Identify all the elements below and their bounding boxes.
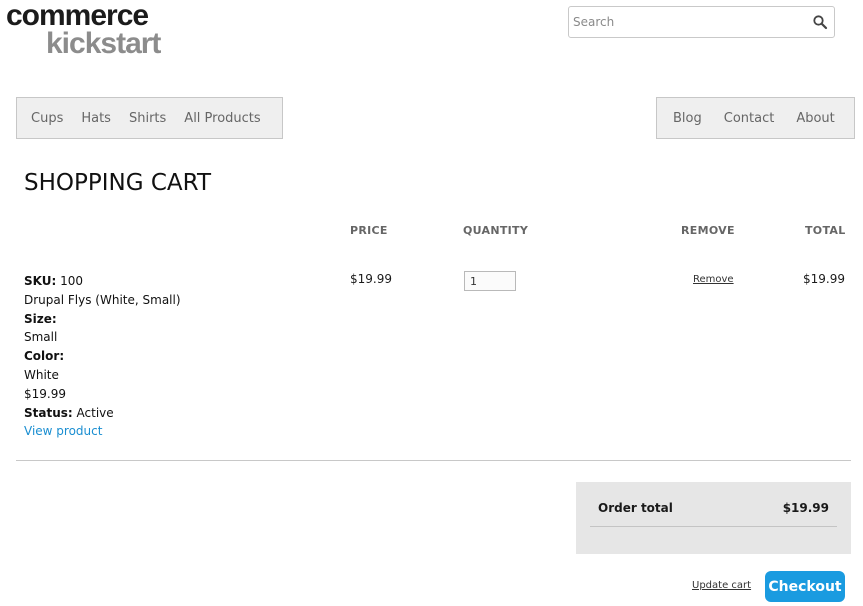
nav-link-cups[interactable]: Cups [31,111,63,126]
sku-value: 100 [60,274,84,288]
sku-row: SKU: 100 [24,272,324,291]
cart-item-details: SKU: 100 Drupal Flys (White, Small) Size… [24,272,324,441]
item-line-total: $19.99 [803,272,845,286]
status-label: Status: [24,405,73,420]
column-header-quantity: QUANTITY [463,224,529,237]
color-label: Color: [24,349,65,364]
order-summary-rule [590,526,837,527]
nav-link-contact[interactable]: Contact [724,111,775,126]
nav-link-about[interactable]: About [796,111,834,126]
nav-link-hats[interactable]: Hats [81,111,111,126]
page-title: SHOPPING CART [24,170,212,196]
nav-link-shirts[interactable]: Shirts [129,111,166,126]
secondary-nav: Blog Contact About [656,97,855,139]
nav-link-blog[interactable]: Blog [673,111,702,126]
product-name: Drupal Flys (White, Small) [24,292,181,307]
search-input[interactable] [573,7,803,37]
search-icon[interactable] [812,14,828,30]
color-value: White [24,367,59,382]
view-product-link[interactable]: View product [24,424,102,438]
checkout-button[interactable]: Checkout [765,571,845,602]
quantity-input[interactable] [464,271,516,291]
unit-price: $19.99 [24,386,66,401]
item-price: $19.99 [350,272,392,286]
column-header-price: PRICE [350,224,388,237]
remove-item-link[interactable]: Remove [693,274,734,285]
order-total-label: Order total [598,501,673,515]
logo-line-commerce: commerce [6,0,149,32]
update-cart-link[interactable]: Update cart [692,580,751,591]
search-box [568,6,835,38]
order-summary: Order total $19.99 [576,482,851,554]
size-label: Size: [24,311,57,326]
logo-line-kickstart: kickstart [46,27,161,60]
sku-label: SKU: [24,274,57,288]
size-value: Small [24,330,58,345]
column-header-remove: REMOVE [681,224,735,237]
column-header-total: TOTAL [805,224,846,237]
main-nav: Cups Hats Shirts All Products [16,97,283,139]
cart-divider [16,460,851,461]
site-logo[interactable]: commerce kickstart [6,0,161,60]
shopping-cart-page: commerce kickstart Cups Hats Shirts All … [0,0,863,606]
status-value: Active [76,405,114,420]
status-row: Status: Active [24,404,324,423]
nav-link-all-products[interactable]: All Products [184,111,260,126]
order-total-value: $19.99 [782,501,829,515]
